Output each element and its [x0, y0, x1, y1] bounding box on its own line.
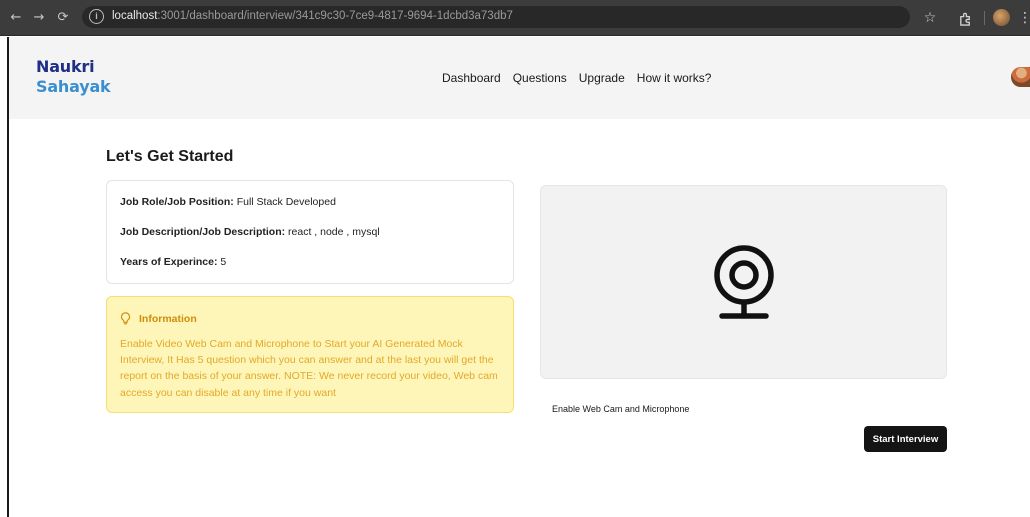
- experience-row: Years of Experince: 5: [120, 256, 226, 268]
- information-title: Information: [139, 313, 197, 325]
- job-description-row: Job Description/Job Description: react ,…: [120, 226, 380, 238]
- user-avatar[interactable]: [1011, 67, 1030, 87]
- address-text: localhost:3001/dashboard/interview/341c9…: [112, 10, 513, 22]
- site-header: Naukri Sahayak Dashboard Questions Upgra…: [9, 37, 1030, 119]
- nav-questions[interactable]: Questions: [513, 71, 567, 85]
- information-card: Information Enable Video Web Cam and Mic…: [106, 296, 514, 413]
- star-icon[interactable]: ☆: [922, 8, 938, 28]
- extensions-icon[interactable]: [956, 8, 974, 28]
- job-description-label: Job Description/Job Description:: [120, 226, 286, 238]
- url-host: localhost: [112, 10, 158, 22]
- information-text: Enable Video Web Cam and Microphone to S…: [120, 338, 498, 399]
- toolbar-divider: [984, 11, 985, 25]
- job-role-label: Job Role/Job Position:: [120, 196, 234, 208]
- nav-dashboard[interactable]: Dashboard: [442, 71, 501, 85]
- start-interview-button[interactable]: Start Interview: [864, 426, 947, 452]
- browser-toolbar: ← → ⟳ i localhost:3001/dashboard/intervi…: [0, 0, 1030, 36]
- site-info-icon[interactable]: i: [89, 9, 104, 24]
- forward-icon[interactable]: →: [30, 9, 48, 27]
- profile-icon[interactable]: [993, 9, 1010, 26]
- nav-upgrade[interactable]: Upgrade: [579, 71, 625, 85]
- experience-value: 5: [220, 256, 227, 268]
- job-role-value: Full Stack Developed: [236, 196, 336, 208]
- job-details-card: Job Role/Job Position: Full Stack Develo…: [106, 180, 514, 284]
- nav-how-it-works[interactable]: How it works?: [637, 71, 712, 85]
- logo-line-2: Sahayak: [36, 77, 111, 96]
- information-header: Information: [120, 312, 197, 326]
- enable-webcam-link[interactable]: Enable Web Cam and Microphone: [552, 404, 689, 414]
- experience-label: Years of Experince:: [120, 256, 218, 268]
- webcam-preview[interactable]: [540, 185, 947, 379]
- url-path: :3001/dashboard/interview/341c9c30-7ce9-…: [157, 10, 513, 22]
- back-icon[interactable]: ←: [7, 9, 25, 27]
- webcam-icon: [714, 245, 774, 319]
- page-viewport: Naukri Sahayak Dashboard Questions Upgra…: [7, 37, 1030, 517]
- menu-icon[interactable]: ⋮: [1018, 8, 1030, 28]
- main-nav: Dashboard Questions Upgrade How it works…: [442, 71, 711, 85]
- job-description-value: react , node , mysql: [288, 226, 380, 238]
- lightbulb-icon: [120, 312, 131, 325]
- logo-line-1: Naukri: [36, 57, 95, 76]
- job-role-row: Job Role/Job Position: Full Stack Develo…: [120, 196, 336, 208]
- page-title: Let's Get Started: [106, 148, 234, 165]
- address-bar[interactable]: i localhost:3001/dashboard/interview/341…: [82, 6, 910, 28]
- site-logo[interactable]: Naukri Sahayak: [36, 57, 111, 97]
- reload-icon[interactable]: ⟳: [54, 9, 72, 27]
